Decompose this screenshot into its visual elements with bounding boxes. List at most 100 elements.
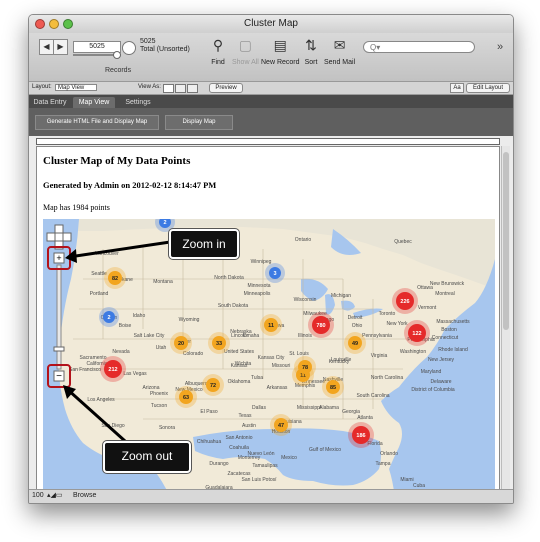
zoom-out-callout: Zoom out [103, 441, 191, 473]
text-format-button[interactable]: Aa [450, 83, 464, 93]
place-label: Delaware [430, 379, 451, 385]
envelope-icon: ✉ [333, 37, 346, 53]
previous-record-button[interactable]: ◀ [39, 39, 54, 55]
window-title: Cluster Map [244, 18, 298, 29]
tab-data-entry[interactable]: Data Entry [32, 97, 68, 108]
cluster-marker[interactable]: 226 [392, 288, 418, 314]
place-label: Virginia [371, 353, 388, 359]
plus-icon: + [56, 253, 61, 263]
send-mail-label: Send Mail [324, 59, 356, 66]
place-label: Tulsa [251, 375, 263, 381]
cluster-count-label: 49 [352, 341, 358, 347]
cluster-marker[interactable]: 20 [170, 332, 192, 354]
new-record-icon: ▤ [273, 37, 287, 53]
zoom-window-button[interactable] [63, 19, 73, 29]
place-label: Mississippi [297, 405, 321, 411]
next-record-button[interactable]: ▶ [53, 39, 68, 55]
cluster-marker[interactable]: 780 [308, 312, 334, 338]
edit-layout-button[interactable]: Edit Layout [466, 83, 510, 93]
new-record-label: New Record [261, 59, 300, 66]
web-viewer[interactable]: Cluster Map of My Data Points Generated … [36, 146, 500, 498]
magnifier-icon: ⚲ [212, 37, 224, 53]
place-label: Missouri [272, 363, 291, 369]
cluster-marker[interactable]: 122 [404, 320, 430, 346]
mode-label: Browse [73, 492, 97, 499]
zoom-slider-handle[interactable] [53, 346, 65, 352]
toolbar-overflow-icon[interactable]: » [497, 41, 503, 53]
place-label: New York [386, 321, 408, 327]
tab-settings[interactable]: Settings [121, 97, 155, 108]
place-label: Vermont [418, 305, 437, 311]
pan-left-button[interactable] [46, 232, 56, 242]
place-label: San Antonio [226, 435, 253, 441]
status-bar: 100 ▴◢▭ Browse [29, 489, 513, 503]
preview-button[interactable]: Preview [209, 83, 243, 93]
quick-find-search[interactable]: Q▾ [363, 41, 475, 53]
place-label: San Luis Potosí [241, 477, 277, 483]
place-label: Durango [209, 461, 228, 467]
cluster-count-label: 72 [210, 383, 216, 389]
place-label: Rhode Island [438, 347, 468, 353]
list-view-icon[interactable] [175, 84, 186, 93]
cluster-marker[interactable]: 78 [294, 356, 316, 378]
place-label: Tucson [151, 403, 167, 409]
pan-center-button[interactable] [54, 232, 64, 242]
cluster-marker[interactable]: 49 [344, 332, 366, 354]
cluster-marker[interactable]: 33 [208, 332, 230, 354]
form-view-icon[interactable] [163, 84, 174, 93]
place-label: Tamaulipas [252, 463, 278, 469]
tab-map-view[interactable]: Map View [73, 97, 115, 108]
cluster-marker[interactable]: 3 [265, 263, 285, 283]
new-record-button[interactable]: ▤ New Record [261, 36, 300, 66]
generate-map-button[interactable]: Generate HTML File and Display Map [35, 115, 159, 130]
place-label: Winnipeg [251, 259, 272, 265]
place-label: Maryland [421, 369, 442, 375]
zoom-slider-track[interactable] [56, 264, 62, 370]
cluster-marker[interactable]: 212 [100, 356, 126, 382]
cluster-marker[interactable]: 85 [322, 376, 344, 398]
place-label: Ontario [295, 237, 312, 243]
place-label: New Brunswick [430, 281, 465, 287]
close-button[interactable] [35, 19, 45, 29]
cluster-marker[interactable]: 63 [175, 386, 197, 408]
table-view-icon[interactable] [187, 84, 198, 93]
display-map-button[interactable]: Display Map [165, 115, 233, 130]
scrollbar-thumb[interactable] [503, 152, 509, 330]
page-title: Cluster Map of My Data Points [43, 155, 191, 167]
cluster-count-label: 47 [278, 423, 284, 429]
pan-right-button[interactable] [62, 232, 72, 242]
place-label: Boston [441, 327, 457, 333]
window-controls [35, 19, 73, 29]
place-label: South Carolina [356, 393, 389, 399]
cluster-marker[interactable]: 72 [202, 374, 224, 396]
show-all-label: Show All [232, 59, 259, 66]
vertical-scrollbar[interactable] [501, 146, 510, 496]
html-field[interactable] [36, 138, 500, 145]
minimize-button[interactable] [49, 19, 59, 29]
zoom-controls-icon[interactable]: ▴◢▭ [47, 491, 63, 499]
record-slider-knob[interactable] [113, 51, 121, 59]
cluster-marker[interactable]: 47 [270, 414, 292, 436]
place-label: Las Vegas [123, 371, 147, 377]
cluster-marker[interactable]: 186 [348, 422, 374, 448]
place-label: Toronto [379, 311, 396, 317]
place-label: Boise [119, 323, 132, 329]
send-mail-button[interactable]: ✉ Send Mail [324, 36, 355, 66]
cluster-marker[interactable]: 11 [260, 314, 282, 336]
place-label: Massachusetts [436, 319, 470, 325]
place-label: Utah [156, 345, 167, 351]
cluster-marker[interactable]: 82 [104, 267, 126, 289]
layout-select[interactable]: Map View [55, 84, 97, 91]
zoom-level[interactable]: 100 [32, 492, 44, 499]
cluster-count-label: 85 [330, 385, 336, 391]
pan-up-button[interactable] [54, 224, 64, 234]
sort-button[interactable]: ⇅ Sort [302, 36, 320, 66]
show-all-button[interactable]: ▢ Show All [232, 36, 259, 66]
find-button[interactable]: ⚲ Find [209, 36, 227, 66]
tab-bar: Data Entry Map View Settings [29, 95, 513, 108]
cluster-marker[interactable]: 2 [99, 307, 119, 327]
place-label: Gulf of Mexico [309, 447, 341, 453]
place-label: Alabama [319, 405, 339, 411]
sort-label: Sort [304, 59, 318, 66]
cluster-map[interactable]: Ontario Quebec Montana North Dakota Minnesot… [43, 219, 495, 497]
